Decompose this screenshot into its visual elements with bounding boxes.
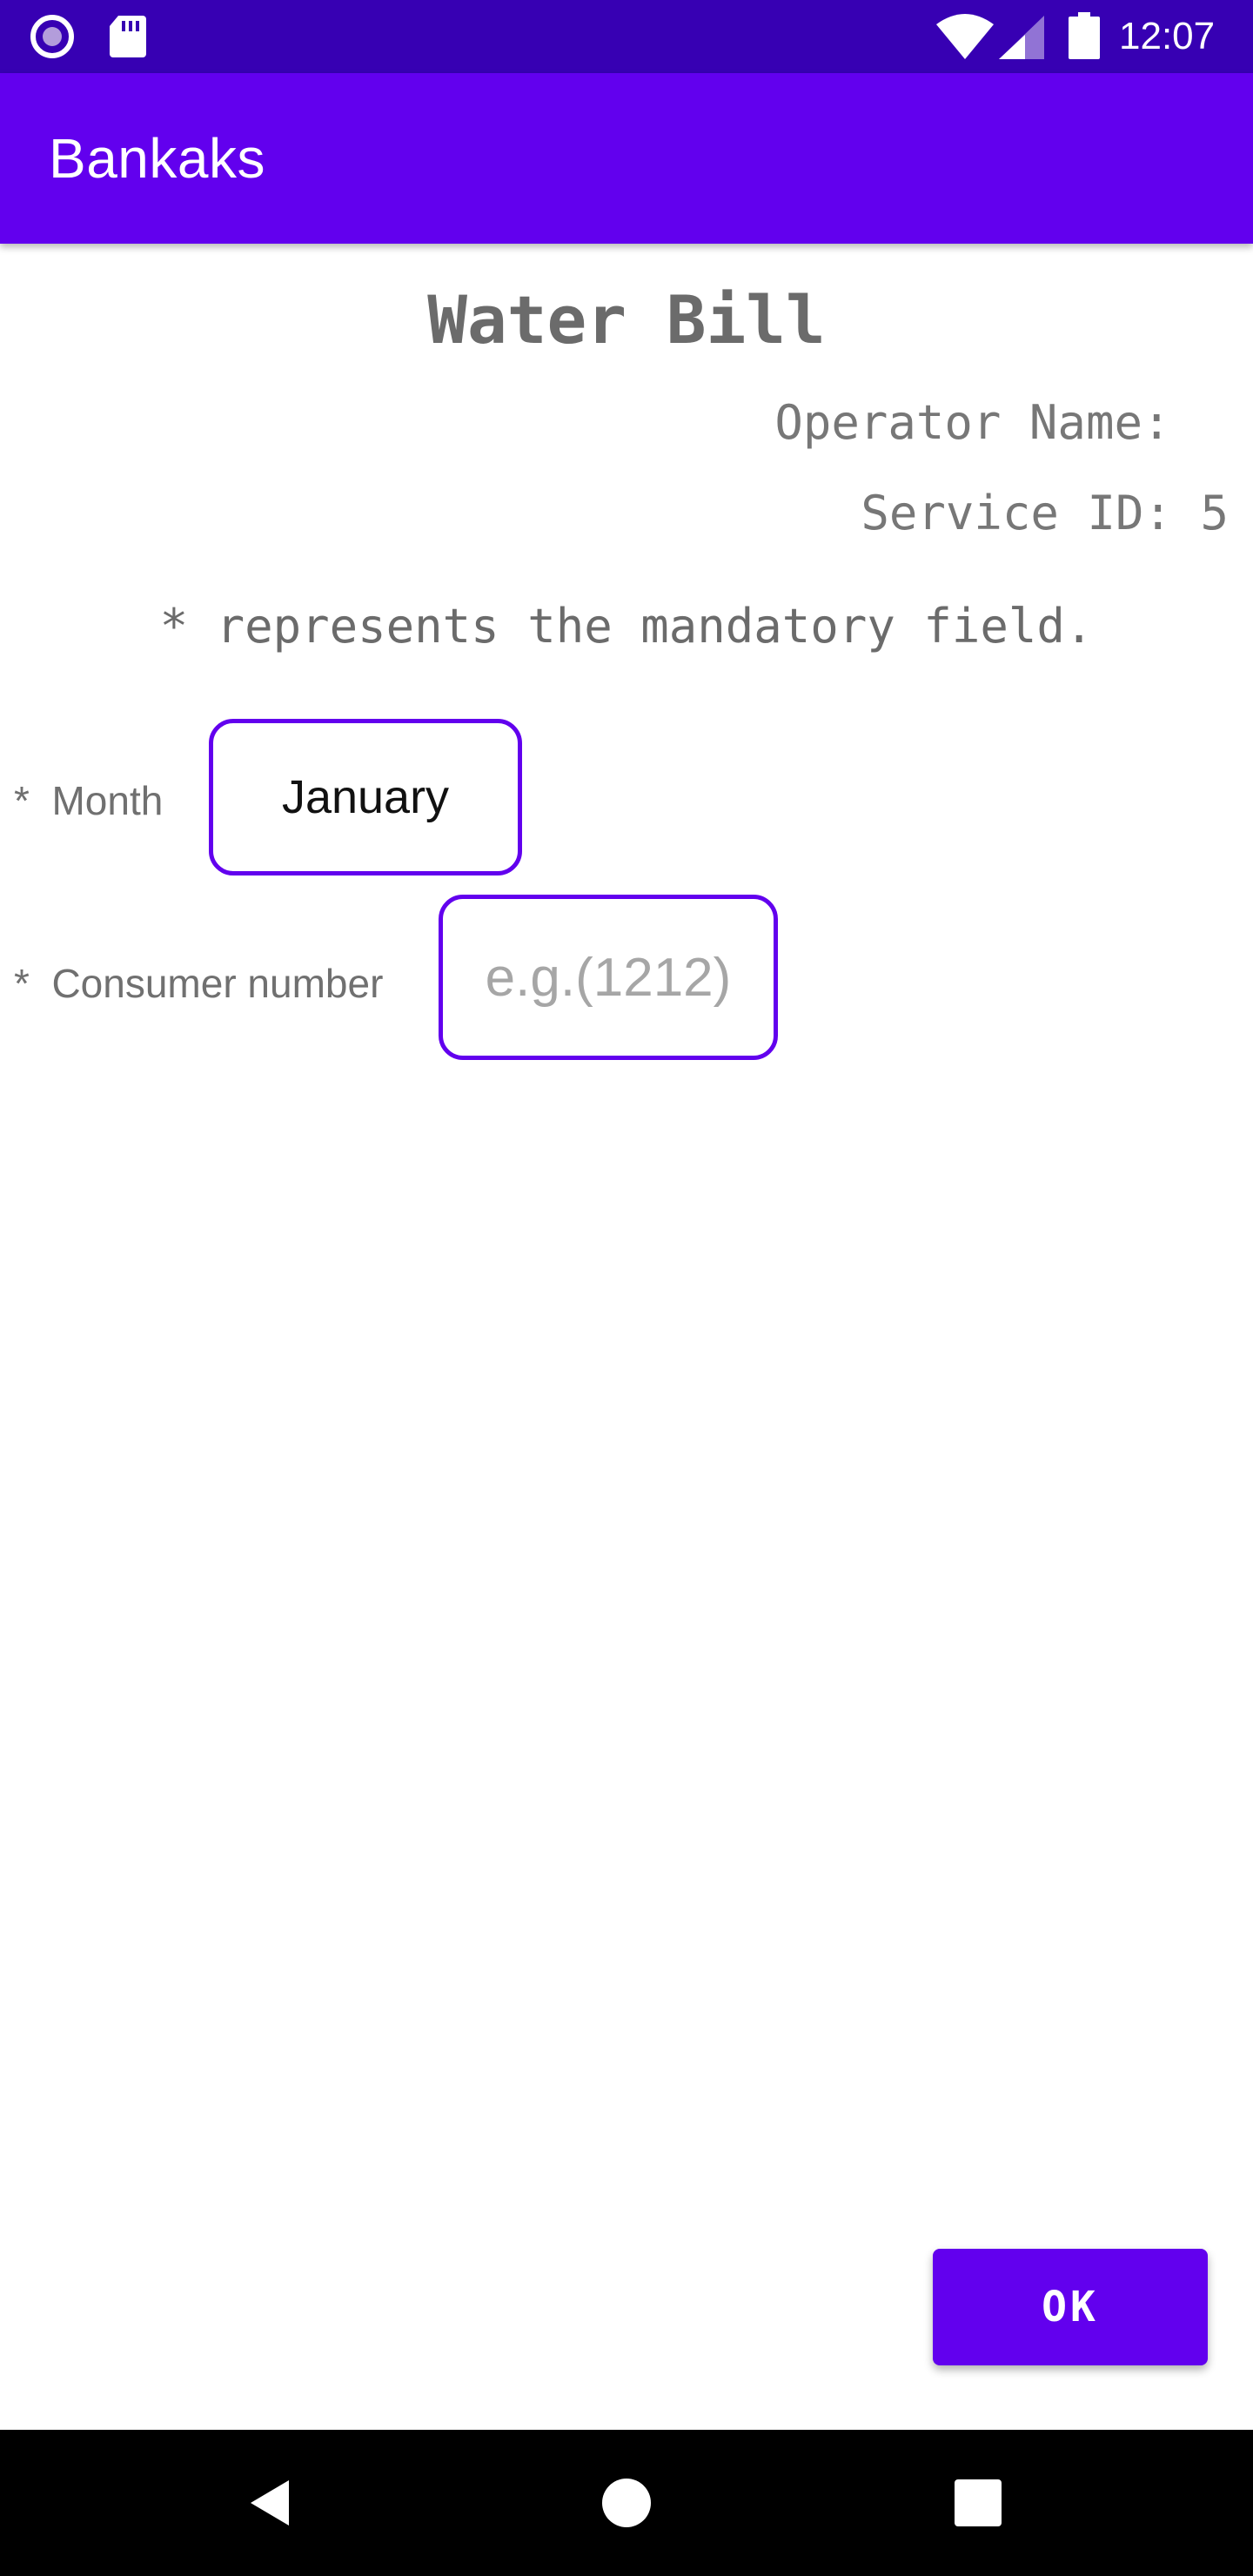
screen: 12:07 Bankaks Water Bill Operator Name: … bbox=[0, 0, 1253, 2576]
page-title: Water Bill bbox=[427, 281, 826, 359]
consumer-number-input[interactable] bbox=[443, 898, 774, 1057]
home-icon[interactable] bbox=[592, 2468, 661, 2538]
consumer-number-label: * Consumer number bbox=[14, 961, 384, 1006]
sd-card-icon bbox=[110, 16, 146, 57]
app-bar: Bankaks bbox=[0, 73, 1253, 244]
operator-name: Operator Name: bbox=[774, 395, 1199, 450]
nav-bar bbox=[0, 2430, 1253, 2576]
wifi-icon bbox=[936, 14, 994, 59]
month-label: * Month bbox=[14, 778, 164, 823]
service-id: Service ID: 5 bbox=[861, 486, 1229, 540]
battery-icon bbox=[1069, 12, 1100, 59]
screen-record-icon bbox=[30, 15, 74, 58]
consumer-number-field[interactable] bbox=[439, 895, 778, 1060]
status-bar: 12:07 bbox=[0, 0, 1253, 73]
recents-icon[interactable] bbox=[943, 2468, 1013, 2538]
cell-signal-icon bbox=[999, 16, 1044, 59]
status-time: 12:07 bbox=[1119, 15, 1216, 57]
back-icon[interactable] bbox=[240, 2468, 310, 2538]
mandatory-note: * represents the mandatory field. bbox=[159, 599, 1094, 654]
ok-button[interactable]: OK bbox=[933, 2249, 1208, 2365]
app-title: Bankaks bbox=[49, 127, 265, 190]
month-selector[interactable]: January bbox=[209, 719, 522, 875]
